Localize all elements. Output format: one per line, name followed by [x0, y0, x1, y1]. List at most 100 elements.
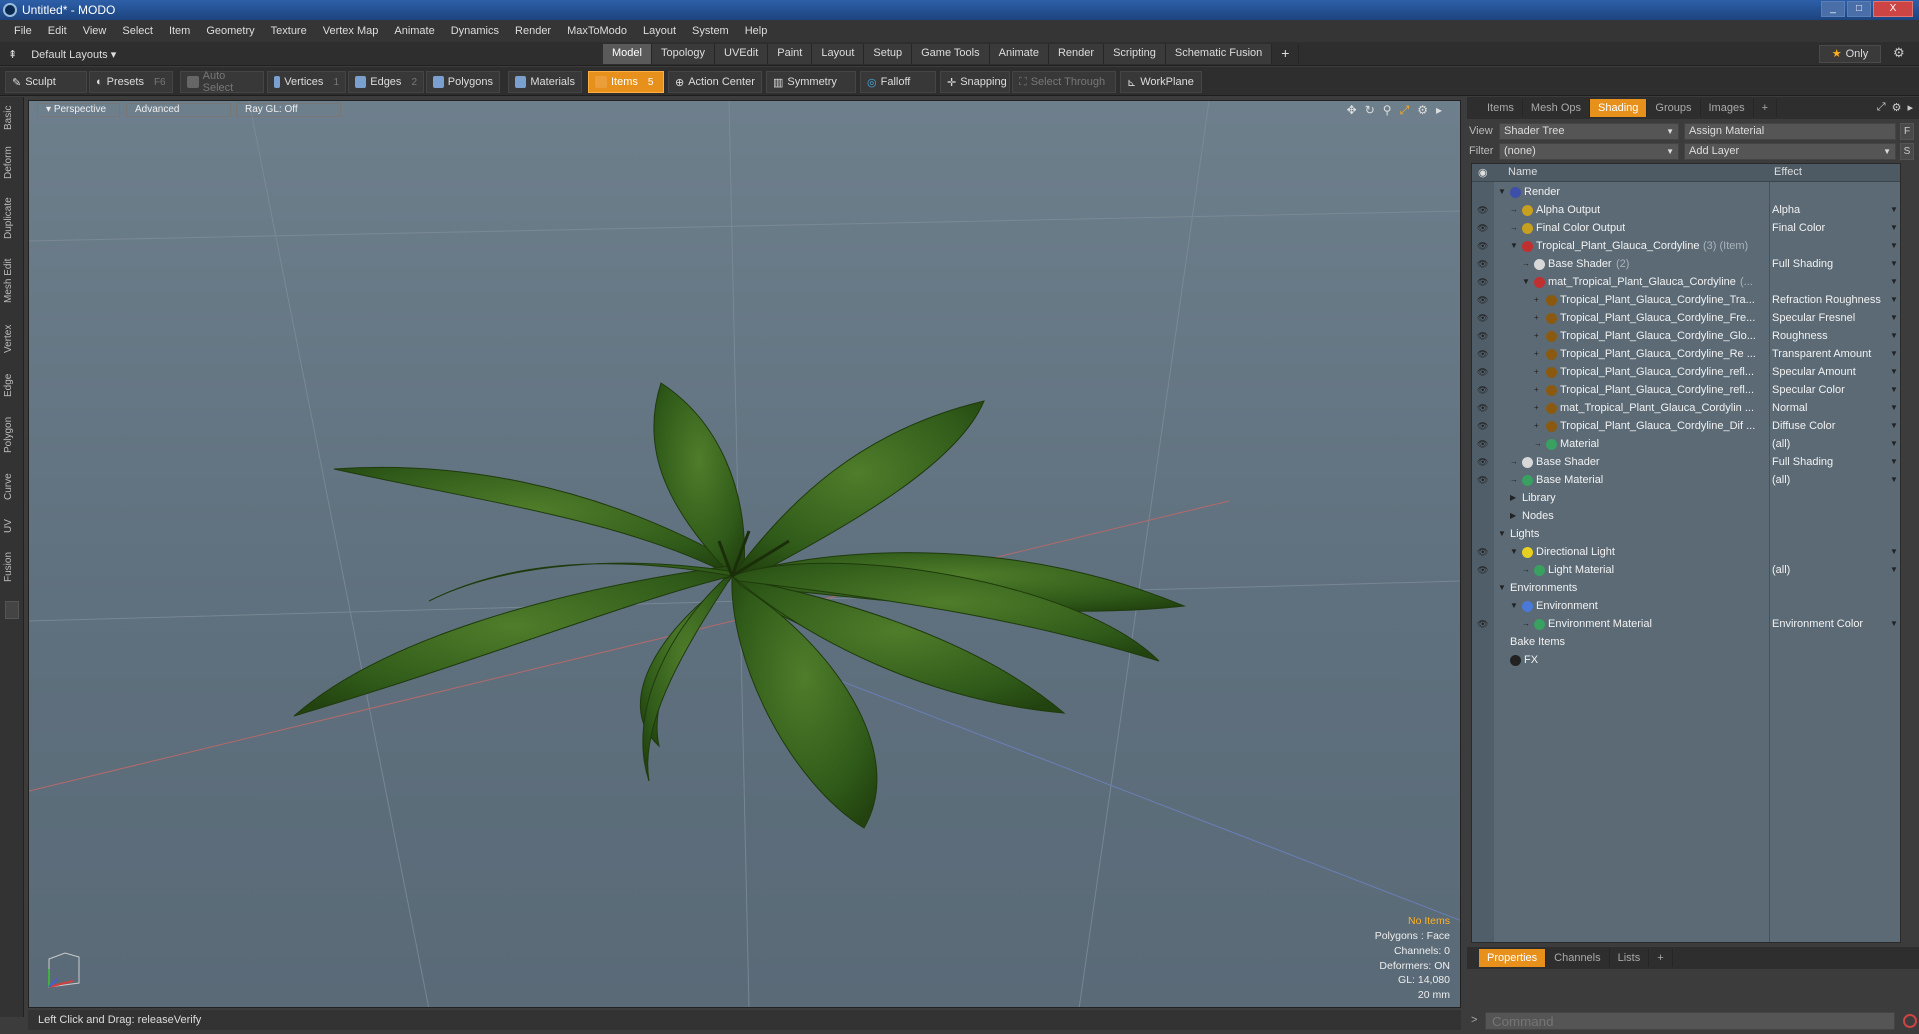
- column-name-header[interactable]: Name: [1508, 166, 1537, 178]
- shader-tree-row[interactable]: ▶ Library: [1472, 490, 1900, 508]
- filter-select[interactable]: (none) ▼: [1499, 143, 1679, 160]
- twirl-icon[interactable]: →: [1510, 205, 1520, 214]
- visibility-eye-icon[interactable]: 👁: [1477, 205, 1489, 215]
- shader-tree-row[interactable]: 👁 → Final Color Output Final Color ▼: [1472, 220, 1900, 238]
- visibility-eye-icon[interactable]: 👁: [1477, 439, 1489, 449]
- visibility-eye-icon[interactable]: 👁: [1477, 241, 1489, 251]
- twirl-icon[interactable]: ▼: [1522, 277, 1532, 286]
- shader-tree-row[interactable]: 👁 ▼ mat_Tropical_Plant_Glauca_Cordyline (..…: [1472, 274, 1900, 292]
- falloff-button[interactable]: ◎ Falloff: [860, 71, 936, 93]
- shader-tree-row[interactable]: 👁 → Alpha Output Alpha ▼: [1472, 202, 1900, 220]
- twirl-icon[interactable]: ▶: [1510, 493, 1520, 502]
- select-through-button[interactable]: ⛶ Select Through: [1012, 71, 1116, 93]
- visibility-eye-icon[interactable]: 👁: [1477, 277, 1489, 287]
- menu-item[interactable]: Item: [161, 25, 198, 37]
- tab-lists[interactable]: Lists: [1610, 949, 1650, 967]
- layer-effect[interactable]: Full Shading: [1772, 258, 1882, 270]
- layer-effect[interactable]: Environment Color: [1772, 618, 1882, 630]
- twirl-icon[interactable]: +: [1534, 367, 1544, 376]
- visibility-eye-icon[interactable]: 👁: [1477, 385, 1489, 395]
- edges-button[interactable]: Edges 2: [348, 71, 424, 93]
- visibility-eye-icon[interactable]: 👁: [1477, 367, 1489, 377]
- shading-mode-button[interactable]: Advanced: [126, 103, 231, 117]
- f-button[interactable]: F: [1900, 123, 1914, 140]
- layer-effect[interactable]: Alpha: [1772, 204, 1882, 216]
- shader-tree-row[interactable]: 👁 → Base Shader Full Shading ▼: [1472, 454, 1900, 472]
- tab-uvedit[interactable]: UVEdit: [715, 44, 769, 64]
- layer-effect[interactable]: (all): [1772, 474, 1882, 486]
- tab-deform[interactable]: Deform: [3, 143, 21, 183]
- tab-shading[interactable]: Shading: [1590, 99, 1648, 117]
- visibility-eye-icon[interactable]: 👁: [1477, 331, 1489, 341]
- view-mode-button[interactable]: ▾ Perspective: [37, 103, 120, 117]
- twirl-icon[interactable]: +: [1534, 295, 1544, 304]
- add-panel-tab-button[interactable]: +: [1754, 99, 1778, 117]
- twirl-icon[interactable]: +: [1534, 349, 1544, 358]
- column-effect-header[interactable]: Effect: [1774, 166, 1802, 178]
- effect-dropdown-icon[interactable]: ▼: [1890, 547, 1898, 556]
- menu-texture[interactable]: Texture: [263, 25, 315, 37]
- sculpt-button[interactable]: ✎ Sculpt: [5, 71, 87, 93]
- effect-dropdown-icon[interactable]: ▼: [1890, 349, 1898, 358]
- menu-view[interactable]: View: [75, 25, 115, 37]
- layer-effect[interactable]: Roughness: [1772, 330, 1882, 342]
- plant-model[interactable]: [29, 101, 1461, 1008]
- tab-vertex[interactable]: Vertex: [3, 319, 21, 359]
- layer-effect[interactable]: Specular Fresnel: [1772, 312, 1882, 324]
- layer-effect[interactable]: (all): [1772, 438, 1882, 450]
- snapping-button[interactable]: ✛ Snapping: [940, 71, 1010, 93]
- twirl-icon[interactable]: ▼: [1510, 547, 1520, 556]
- raygl-button[interactable]: Ray GL: Off: [236, 103, 341, 117]
- shader-tree-row[interactable]: ▼ Environments: [1472, 580, 1900, 598]
- effect-dropdown-icon[interactable]: ▼: [1890, 385, 1898, 394]
- effect-dropdown-icon[interactable]: ▼: [1890, 295, 1898, 304]
- layer-effect[interactable]: Specular Amount: [1772, 366, 1882, 378]
- effect-dropdown-icon[interactable]: ▼: [1890, 367, 1898, 376]
- twirl-icon[interactable]: ▶: [1510, 511, 1520, 520]
- twirl-icon[interactable]: ▼: [1510, 241, 1520, 250]
- shader-tree-row[interactable]: 👁 + Tropical_Plant_Glauca_Cordyline_Tra...…: [1472, 292, 1900, 310]
- shader-tree-row[interactable]: FX: [1472, 652, 1900, 670]
- s-button[interactable]: S: [1900, 143, 1914, 160]
- menu-help[interactable]: Help: [737, 25, 776, 37]
- materials-button[interactable]: Materials: [508, 71, 582, 93]
- menu-vertex-map[interactable]: Vertex Map: [315, 25, 387, 37]
- twirl-icon[interactable]: →: [1510, 457, 1520, 466]
- fit-icon[interactable]: ⤢: [1400, 103, 1410, 118]
- visibility-eye-icon[interactable]: 👁: [1477, 475, 1489, 485]
- menu-animate[interactable]: Animate: [386, 25, 442, 37]
- effect-dropdown-icon[interactable]: ▼: [1890, 241, 1898, 250]
- tab-curve[interactable]: Curve: [3, 469, 21, 505]
- tab-images[interactable]: Images: [1701, 99, 1754, 117]
- menu-edit[interactable]: Edit: [40, 25, 75, 37]
- effect-dropdown-icon[interactable]: ▼: [1890, 439, 1898, 448]
- visibility-eye-icon[interactable]: 👁: [1477, 403, 1489, 413]
- expand-icon[interactable]: ⤢: [1877, 101, 1886, 114]
- tab-groups[interactable]: Groups: [1647, 99, 1701, 117]
- tab-duplicate[interactable]: Duplicate: [3, 193, 21, 243]
- visibility-eye-icon[interactable]: 👁: [1477, 547, 1489, 557]
- viewport-gear-icon[interactable]: ⚙: [1417, 103, 1428, 118]
- twirl-icon[interactable]: ▼: [1498, 583, 1508, 592]
- shader-tree-row[interactable]: 👁 → Material (all) ▼: [1472, 436, 1900, 454]
- zoom-icon[interactable]: ⚲: [1383, 103, 1392, 118]
- twirl-icon[interactable]: →: [1522, 619, 1532, 628]
- add-bottom-tab-button[interactable]: +: [1649, 949, 1673, 967]
- tab-render[interactable]: Render: [1048, 44, 1105, 64]
- effect-dropdown-icon[interactable]: ▼: [1890, 277, 1898, 286]
- visibility-eye-icon[interactable]: 👁: [1477, 313, 1489, 323]
- twirl-icon[interactable]: ▼: [1510, 601, 1520, 610]
- twirl-icon[interactable]: ▼: [1498, 529, 1508, 538]
- view-select[interactable]: Shader Tree ▼: [1499, 123, 1679, 140]
- close-button[interactable]: X: [1873, 1, 1913, 17]
- tab-channels[interactable]: Channels: [1546, 949, 1610, 967]
- shader-tree-row[interactable]: ▼ Lights: [1472, 526, 1900, 544]
- gear-icon[interactable]: ⚙: [1893, 45, 1905, 61]
- toggle-panel-button[interactable]: [5, 601, 19, 619]
- tab-setup[interactable]: Setup: [864, 44, 913, 64]
- visibility-eye-icon[interactable]: 👁: [1477, 457, 1489, 467]
- effect-dropdown-icon[interactable]: ▼: [1890, 619, 1898, 628]
- visibility-eye-icon[interactable]: 👁: [1477, 349, 1489, 359]
- tab-items[interactable]: Items: [1479, 99, 1523, 117]
- layer-effect[interactable]: Diffuse Color: [1772, 420, 1882, 432]
